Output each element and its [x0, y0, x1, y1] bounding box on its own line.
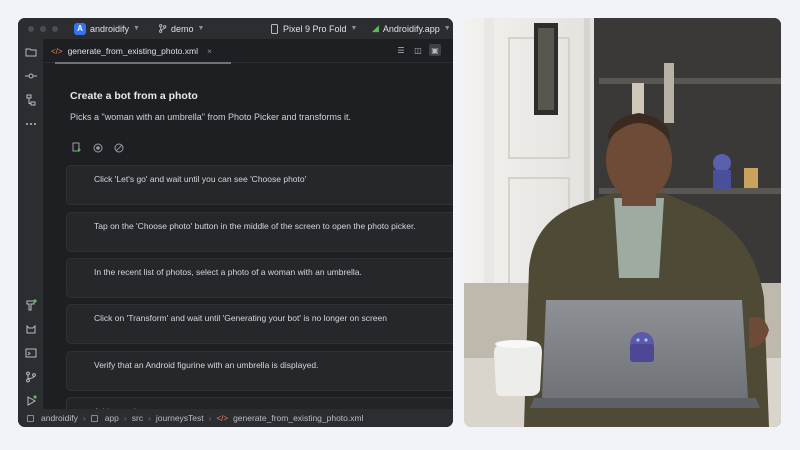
breadcrumb-item[interactable]: src [132, 413, 143, 423]
terminal-icon[interactable] [24, 346, 37, 359]
journey-description: Picks a "woman with an umbrella" from Ph… [70, 112, 351, 122]
commit-icon[interactable] [24, 69, 37, 82]
tool-window-strip [18, 39, 43, 409]
run-journey-icon[interactable] [70, 141, 83, 154]
journey-step[interactable]: In the recent list of photos, select a p… [66, 258, 453, 298]
git-branch-icon [159, 24, 167, 33]
project-folder-icon[interactable] [24, 45, 37, 58]
journey-actions [70, 141, 125, 154]
run-config-name: Androidify.app [382, 23, 440, 34]
tab-label: generate_from_existing_photo.xml [67, 46, 198, 56]
module-icon [27, 414, 34, 422]
title-bar: A androidify ▼ demo ▼ Pixel 9 Pro Fold ▼… [18, 18, 453, 39]
breadcrumb-separator: › [123, 413, 127, 423]
code-view-icon[interactable]: ☰ [395, 44, 407, 56]
project-name: androidify [90, 23, 130, 34]
phone-icon [271, 23, 278, 34]
minimize-window-button[interactable] [40, 25, 46, 32]
module-icon [90, 414, 98, 422]
breadcrumb-separator: › [82, 413, 86, 423]
journey-editor: Create a bot from a photo Picks a "woman… [43, 63, 453, 427]
maximize-window-button[interactable] [52, 25, 58, 32]
project-selector[interactable]: A androidify ▼ [74, 22, 140, 35]
chevron-down-icon: ▼ [133, 25, 140, 32]
journey-step[interactable]: Verify that an Android figurine with an … [66, 351, 453, 391]
step-text: Tap on the 'Choose photo' button in the … [94, 221, 416, 231]
editor-tab-bar: </> generate_from_existing_photo.xml × ☰… [43, 39, 453, 64]
device-selector[interactable]: Pixel 9 Pro Fold ▼ [270, 23, 358, 34]
breadcrumb-item[interactable]: journeysTest [156, 413, 204, 423]
xml-file-icon: </> [216, 413, 229, 423]
breadcrumb-item[interactable]: androidify [41, 413, 78, 423]
branch-name: demo [170, 23, 194, 34]
android-studio-window: A androidify ▼ demo ▼ Pixel 9 Pro Fold ▼… [18, 18, 453, 427]
version-control-icon[interactable] [24, 370, 37, 383]
close-tab-icon[interactable]: × [207, 46, 212, 56]
window-controls [28, 25, 58, 32]
step-text: Click 'Let's go' and wait until you can … [94, 174, 307, 184]
run-config-selector[interactable]: ◢ Androidify.app ▼ [372, 23, 451, 34]
run-tool-icon[interactable] [24, 394, 37, 407]
gemini-cat-icon[interactable] [24, 322, 37, 335]
chevron-down-icon: ▼ [350, 25, 358, 32]
breadcrumb: androidify › app › src › journeysTest › … [18, 409, 453, 427]
step-text: Click on 'Transform' and wait until 'Gen… [94, 313, 387, 323]
project-badge: A [74, 22, 86, 35]
breadcrumb-separator: › [148, 413, 151, 423]
journey-step[interactable]: Tap on the 'Choose photo' button in the … [66, 212, 453, 252]
close-window-button[interactable] [28, 25, 34, 32]
presenter-video-frame [464, 18, 781, 427]
presenter-video [464, 18, 781, 427]
xml-file-icon: </> [51, 46, 63, 56]
disable-icon[interactable] [112, 141, 125, 154]
breadcrumb-item[interactable]: generate_from_existing_photo.xml [233, 413, 363, 423]
tab-generate-from-existing-photo[interactable]: </> generate_from_existing_photo.xml × [51, 39, 231, 64]
structure-icon[interactable] [24, 93, 37, 106]
device-name: Pixel 9 Pro Fold [283, 23, 347, 34]
chevron-down-icon: ▼ [443, 25, 451, 32]
step-text: Verify that an Android figurine with an … [94, 360, 319, 370]
breadcrumb-separator: › [208, 413, 212, 423]
branch-selector[interactable]: demo ▼ [158, 24, 204, 34]
record-icon[interactable] [91, 141, 104, 154]
chevron-down-icon: ▼ [197, 25, 205, 32]
android-icon: ◢ [372, 23, 379, 33]
build-hammer-icon[interactable] [24, 298, 37, 311]
step-text: In the recent list of photos, select a p… [94, 267, 362, 277]
journey-step[interactable]: Click 'Let's go' and wait until you can … [66, 165, 453, 205]
split-view-icon[interactable]: ◫ [412, 44, 424, 56]
journey-title: Create a bot from a photo [70, 90, 198, 102]
more-icon[interactable] [24, 117, 37, 130]
breadcrumb-item[interactable]: app [105, 413, 119, 423]
view-mode-toggle: ☰ ◫ ▣ [395, 44, 441, 56]
design-view-icon[interactable]: ▣ [429, 44, 441, 56]
journey-step[interactable]: Click on 'Transform' and wait until 'Gen… [66, 304, 453, 344]
